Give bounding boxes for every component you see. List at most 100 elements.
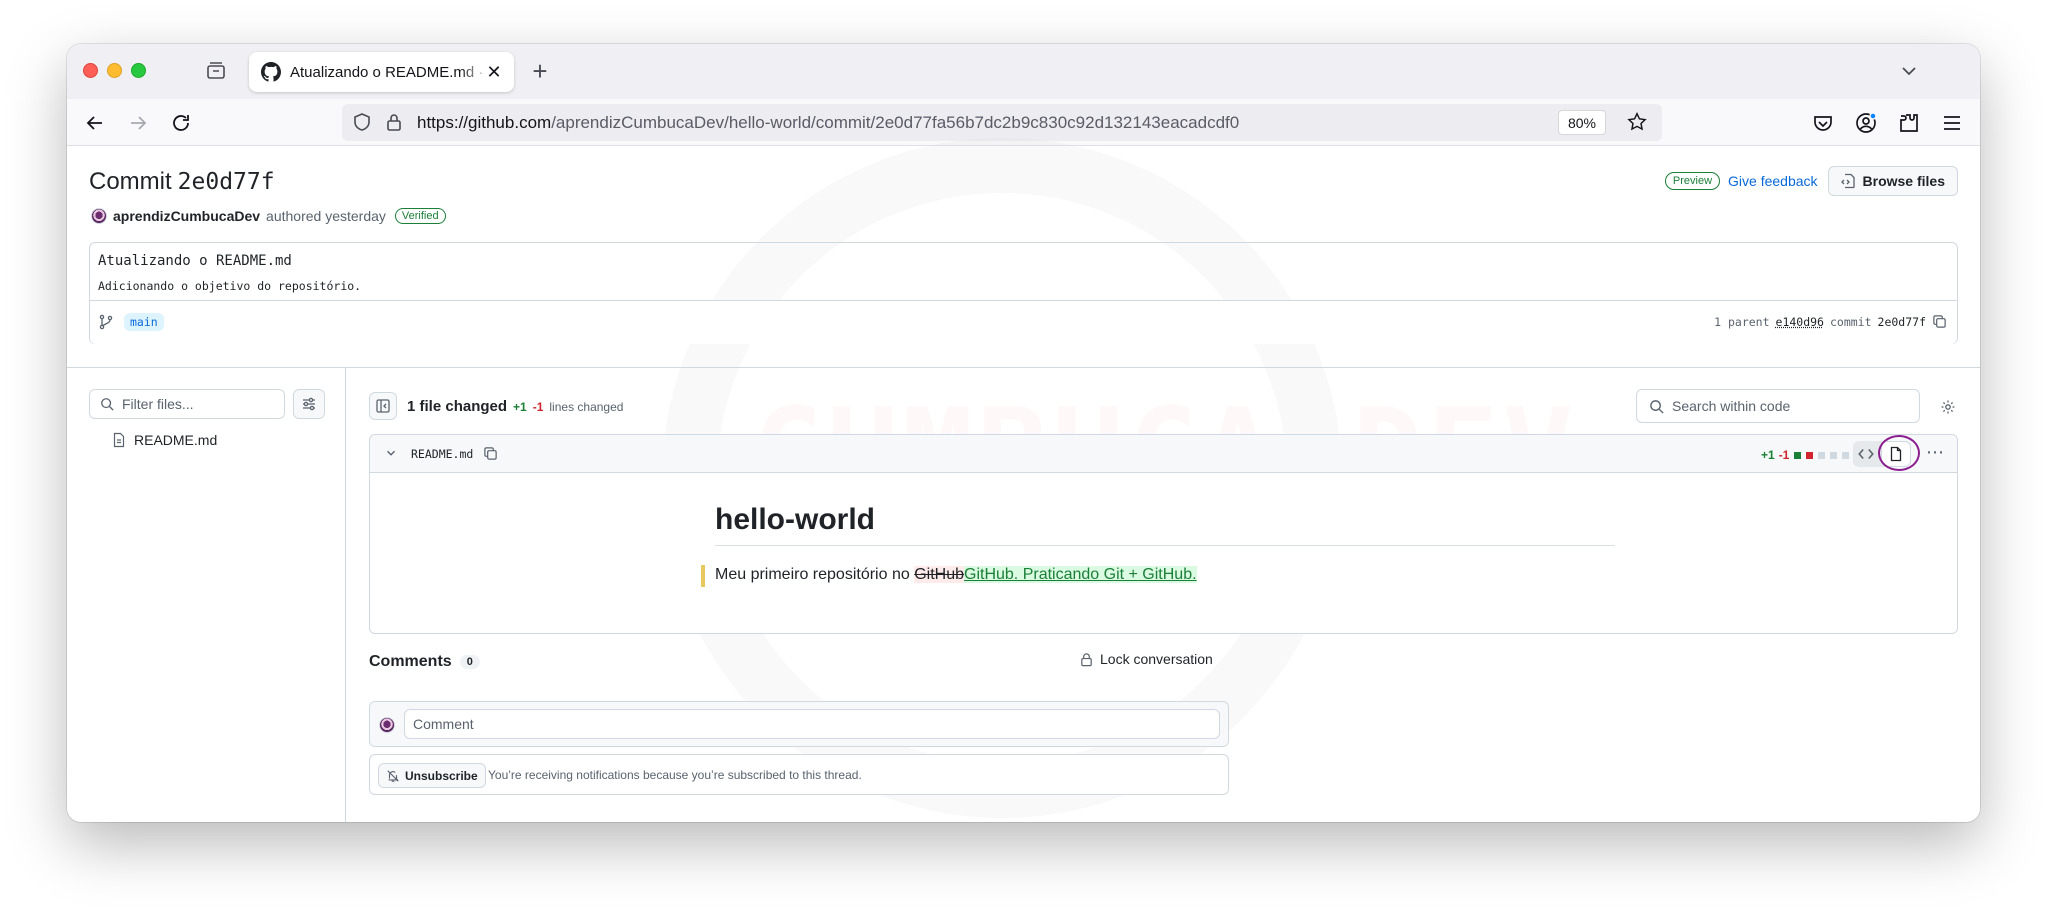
tab-strip: Atualizando o README.md · aprendizCumbuc… — [67, 44, 1980, 99]
commit-message-title: Atualizando o README.md — [98, 253, 292, 269]
diffstat-del-block — [1806, 451, 1814, 459]
filter-options-button[interactable] — [293, 389, 325, 419]
author-link[interactable]: aprendizCumbucaDev — [113, 208, 260, 224]
additions-count: +1 — [513, 400, 527, 414]
pocket-icon[interactable] — [1811, 111, 1835, 135]
lock-conversation-label: Lock conversation — [1100, 651, 1213, 667]
unsubscribe-label: Unsubscribe — [405, 768, 478, 783]
gear-icon[interactable] — [1940, 399, 1956, 415]
commit-title-label: Commit — [89, 168, 172, 195]
notifications-box: Unsubscribe You’re receiving notificatio… — [369, 754, 1229, 795]
commit-sha: 2e0d77f — [1877, 314, 1926, 329]
sliders-icon — [301, 396, 317, 412]
url-text[interactable]: https://github.com/aprendizCumbucaDev/he… — [417, 113, 1239, 133]
collapse-sidebar-button[interactable] — [369, 392, 397, 420]
comments-heading: Comments 0 — [369, 653, 480, 671]
tab-title: Atualizando o README.md · aprendizCumbuc… — [290, 63, 490, 81]
code-view-icon[interactable] — [1857, 445, 1875, 463]
address-bar[interactable]: https://github.com/aprendizCumbucaDev/he… — [342, 104, 1662, 141]
browse-files-label: Browse files — [1862, 173, 1945, 189]
chevron-down-icon[interactable] — [384, 446, 398, 460]
diffstat-add-block — [1794, 451, 1802, 459]
highlight-ring — [1878, 435, 1920, 471]
divider — [67, 367, 1980, 368]
lock-icon — [1079, 652, 1094, 667]
comment-input[interactable]: Comment — [404, 709, 1220, 739]
filter-files-placeholder: Filter files... — [122, 396, 194, 412]
verified-badge[interactable]: Verified — [394, 208, 446, 224]
diff-summary: 1 file changed +1 -1 lines changed — [407, 398, 623, 415]
file-deletions: -1 — [1778, 448, 1790, 462]
diff-filename[interactable]: README.md — [411, 447, 473, 461]
tab-overview-icon[interactable] — [204, 59, 228, 83]
comments-counter: 0 — [459, 655, 480, 669]
file-tree-item-label: README.md — [134, 432, 218, 448]
change-indicator-bar — [701, 565, 705, 587]
sidebar-collapse-icon — [375, 398, 391, 414]
back-arrow-icon[interactable] — [83, 111, 107, 135]
header-actions: Preview Give feedback Browse files — [1664, 166, 1958, 196]
menu-icon[interactable] — [1940, 111, 1964, 135]
search-within-code-input[interactable]: Search within code — [1636, 389, 1920, 423]
file-icon — [111, 432, 127, 448]
search-icon — [100, 397, 114, 411]
comment-composer: Comment — [369, 701, 1229, 747]
copy-icon[interactable] — [483, 446, 498, 461]
account-icon[interactable] — [1854, 111, 1878, 135]
minimize-window-button[interactable] — [107, 63, 122, 78]
diffstat-neutral-block — [1830, 451, 1838, 459]
github-commit-page: CUMBUCA DEV Commit2e0d77f aprendizCumbuc… — [67, 138, 1980, 822]
branch-link[interactable]: main — [124, 313, 164, 331]
kebab-menu-icon[interactable]: ⋯ — [1926, 443, 1946, 464]
notification-reason-text: You’re receiving notifications because y… — [488, 768, 862, 782]
copy-icon[interactable] — [1932, 314, 1947, 329]
tab-active[interactable]: Atualizando o README.md · aprendizCumbuc… — [249, 52, 514, 92]
file-additions: +1 — [1761, 448, 1775, 462]
commit-message-box: Atualizando o README.md Adicionando o ob… — [89, 242, 1958, 344]
parent-info: 1 parent e140d96 commit 2e0d77f — [1714, 314, 1947, 329]
lines-changed-label: lines changed — [549, 400, 624, 414]
readme-text-prefix: Meu primeiro repositório no — [715, 566, 915, 583]
browse-files-button[interactable]: Browse files — [1827, 166, 1958, 196]
reload-icon[interactable] — [169, 111, 193, 135]
github-logo-icon — [261, 62, 281, 82]
new-tab-icon[interactable]: + — [527, 58, 553, 84]
diffstat: +1 -1 — [1761, 448, 1850, 462]
url-path: /aprendizCumbucaDev/hello-world/commit/2… — [551, 113, 1240, 132]
lock-icon[interactable] — [384, 112, 404, 132]
added-text: GitHub. Praticando Git + GitHub. — [964, 566, 1197, 583]
file-tree-item[interactable]: README.md — [111, 432, 217, 448]
files-changed-label: 1 file changed — [407, 398, 508, 415]
filter-files-input[interactable]: Filter files... — [89, 389, 285, 419]
commit-label: commit — [1829, 314, 1872, 329]
readme-heading: hello-world — [715, 503, 1615, 546]
extensions-icon[interactable] — [1897, 111, 1921, 135]
url-host: https://github.com — [417, 113, 552, 132]
parent-sha-link[interactable]: e140d96 — [1776, 315, 1824, 329]
commit-message-body: Adicionando o objetivo do repositório. — [98, 279, 362, 293]
diffstat-neutral-block — [1842, 451, 1850, 459]
commit-meta-footer: main 1 parent e140d96 commit 2e0d77f — [90, 300, 1957, 344]
unsubscribe-button[interactable]: Unsubscribe — [378, 763, 486, 788]
removed-text: GitHub — [914, 566, 964, 583]
chevron-down-icon[interactable] — [1898, 60, 1920, 82]
git-branch-icon — [98, 314, 114, 330]
zoom-level-badge[interactable]: 80% — [1557, 110, 1606, 135]
file-diff: README.md +1 -1 ⋯ hello-world Meu primei… — [369, 434, 1958, 634]
shield-icon[interactable] — [352, 112, 372, 132]
close-window-button[interactable] — [83, 63, 98, 78]
diffstat-neutral-block — [1818, 451, 1826, 459]
lock-conversation-button[interactable]: Lock conversation — [1079, 651, 1213, 667]
avatar[interactable] — [91, 208, 107, 224]
file-code-icon — [1840, 173, 1857, 189]
close-tab-icon[interactable]: ✕ — [484, 62, 504, 82]
bookmark-star-icon[interactable] — [1626, 111, 1648, 133]
give-feedback-link[interactable]: Give feedback — [1728, 173, 1818, 189]
forward-arrow-icon[interactable] — [126, 111, 150, 135]
search-icon — [1649, 399, 1664, 414]
browser-window: Atualizando o README.md · aprendizCumbuc… — [67, 44, 1980, 822]
zoom-window-button[interactable] — [131, 63, 146, 78]
comments-title: Comments — [369, 653, 452, 670]
parent-label: 1 parent — [1714, 314, 1770, 329]
bell-slash-icon — [386, 769, 400, 783]
